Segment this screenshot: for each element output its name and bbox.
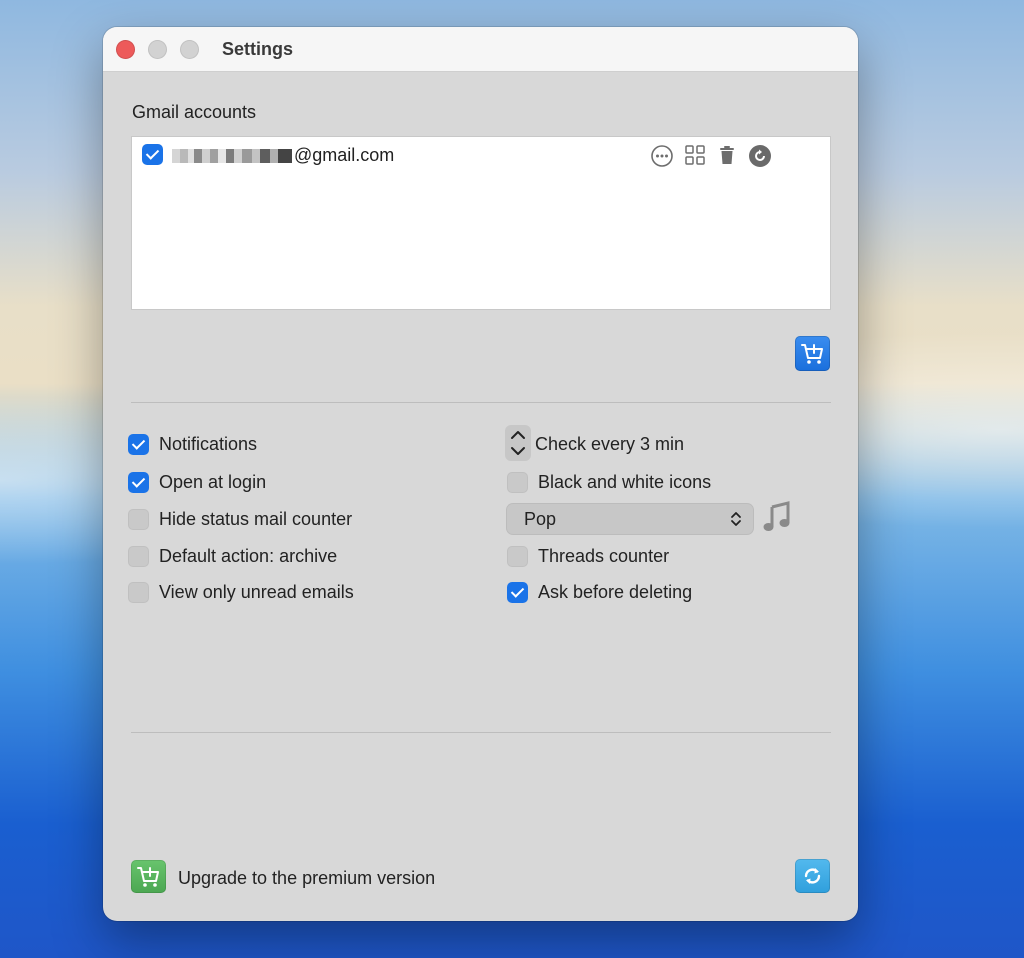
upgrade-button[interactable]	[131, 860, 166, 893]
grid-icon[interactable]	[684, 144, 706, 166]
window-title: Settings	[222, 39, 294, 59]
open-at-login-label: Open at login	[159, 472, 267, 492]
chevron-updown-icon	[731, 512, 741, 526]
hide-status-counter-label: Hide status mail counter	[159, 509, 353, 529]
trash-icon[interactable]	[716, 144, 738, 166]
refresh-icon	[804, 868, 821, 884]
sound-select-value: Pop	[524, 509, 557, 529]
upgrade-label[interactable]: Upgrade to the premium version	[178, 868, 435, 889]
redacted-email-user	[172, 149, 292, 163]
zoom-window-button[interactable]	[180, 40, 199, 59]
settings-window: Settings Gmail accounts @gmail.com Notif…	[103, 27, 858, 921]
notifications-checkbox[interactable]	[128, 434, 149, 455]
view-only-unread-label: View only unread emails	[159, 582, 354, 602]
threads-counter-label: Threads counter	[538, 546, 670, 566]
account-row[interactable]: @gmail.com	[142, 144, 822, 168]
refresh-button[interactable]	[795, 859, 830, 893]
black-white-icons-checkbox[interactable]	[507, 472, 528, 493]
view-only-unread-checkbox[interactable]	[128, 582, 149, 603]
account-enabled-checkbox[interactable]	[142, 144, 163, 165]
ask-before-deleting-checkbox[interactable]	[507, 582, 528, 603]
black-white-icons-label: Black and white icons	[538, 472, 712, 492]
section-divider	[131, 402, 831, 403]
desktop-background: Settings Gmail accounts @gmail.com Notif…	[0, 0, 1024, 958]
threads-counter-checkbox[interactable]	[507, 546, 528, 567]
account-email: @gmail.com	[294, 145, 395, 165]
notifications-label: Notifications	[159, 434, 258, 454]
cart-plus-icon	[137, 867, 159, 887]
gmail-accounts-label: Gmail accounts	[132, 102, 257, 122]
ask-before-deleting-label: Ask before deleting	[538, 582, 693, 602]
check-interval-stepper[interactable]	[505, 425, 531, 461]
footer-divider	[131, 732, 831, 733]
check-interval-label: Check every 3 min	[535, 434, 685, 454]
refresh-circle-icon[interactable]	[748, 144, 772, 168]
open-at-login-checkbox[interactable]	[128, 472, 149, 493]
sound-select[interactable]: Pop	[506, 503, 754, 535]
stepper-arrows-icon	[511, 431, 525, 455]
cart-plus-icon	[801, 344, 823, 364]
default-action-archive-checkbox[interactable]	[128, 546, 149, 567]
hide-status-counter-checkbox[interactable]	[128, 509, 149, 530]
title-bar: Settings	[103, 27, 858, 72]
accounts-list: @gmail.com	[131, 136, 831, 310]
music-note-icon[interactable]	[762, 501, 792, 533]
add-account-button[interactable]	[795, 336, 830, 371]
default-action-archive-label: Default action: archive	[159, 546, 338, 566]
more-icon[interactable]	[650, 144, 674, 168]
minimize-window-button[interactable]	[148, 40, 167, 59]
close-window-button[interactable]	[116, 40, 135, 59]
